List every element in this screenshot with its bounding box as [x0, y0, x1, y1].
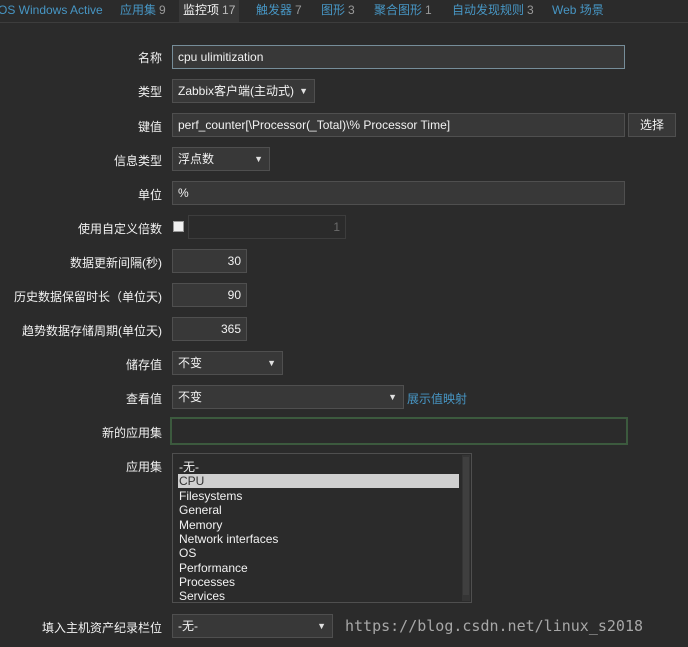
- tab-discovery[interactable]: 自动发现规则 3: [448, 0, 538, 22]
- store-value-value: 不变: [178, 356, 203, 370]
- tab-items[interactable]: 监控项 17: [179, 0, 240, 22]
- tab-bar: OS Windows Active 应用集 9 监控项 17 触发器 7 图形 3 聚合…: [0, 0, 688, 23]
- tab-count: 9: [159, 3, 166, 17]
- tab-applications[interactable]: 应用集 9: [116, 0, 170, 22]
- info-type-value: 浮点数: [178, 152, 215, 166]
- tab-label: 自动发现规则: [452, 3, 525, 17]
- tab-count: 3: [348, 3, 355, 17]
- chevron-down-icon: ▼: [254, 154, 263, 164]
- type-label: 类型: [137, 85, 162, 99]
- tab-count: 17: [222, 3, 236, 17]
- tab-screens[interactable]: 聚合图形 1: [370, 0, 436, 22]
- list-item[interactable]: CPU: [178, 474, 459, 488]
- interval-label: 数据更新间隔(秒): [70, 256, 162, 270]
- key-input[interactable]: perf_counter[\Processor(_Total)\% Proces…: [172, 113, 625, 137]
- tab-count: 7: [295, 3, 302, 17]
- trends-input[interactable]: 365: [172, 317, 247, 341]
- history-label: 历史数据保留时长（单位天): [14, 290, 162, 304]
- show-value-select[interactable]: 不变 ▼: [172, 385, 404, 409]
- show-value-label: 查看值: [125, 392, 162, 406]
- tab-label: 应用集: [120, 3, 157, 17]
- list-item[interactable]: Processes: [178, 575, 459, 589]
- history-input[interactable]: 90: [172, 283, 247, 307]
- chevron-down-icon: ▼: [388, 392, 397, 402]
- tab-triggers[interactable]: 触发器 7: [252, 0, 306, 22]
- tab-count: 3: [527, 3, 534, 17]
- list-item[interactable]: Services: [178, 589, 459, 602]
- multiplier-label: 使用自定义倍数: [77, 222, 162, 236]
- units-input[interactable]: %: [172, 181, 625, 205]
- units-label: 单位: [137, 188, 162, 202]
- list-item[interactable]: Network interfaces: [178, 532, 459, 546]
- multiplier-input[interactable]: 1: [188, 215, 346, 239]
- new-application-label: 新的应用集: [101, 426, 162, 440]
- name-input[interactable]: cpu ulimitization: [172, 45, 625, 69]
- tab-graphs[interactable]: 图形 3: [317, 0, 359, 22]
- tab-count: 1: [425, 3, 432, 17]
- applications-label: 应用集: [125, 460, 162, 474]
- list-item[interactable]: OS: [178, 546, 459, 560]
- tab-label: 聚合图形: [374, 3, 423, 17]
- name-label: 名称: [137, 51, 162, 65]
- trends-label: 趋势数据存储周期(单位天): [22, 324, 162, 338]
- applications-listbox[interactable]: -无- CPU Filesystems General Memory Netwo…: [172, 453, 472, 603]
- listbox-scrollbar[interactable]: [462, 455, 470, 601]
- watermark: https://blog.csdn.net/linux_s2018: [345, 617, 644, 635]
- interval-input[interactable]: 30: [172, 249, 247, 273]
- scrollbar-thumb[interactable]: [463, 457, 469, 595]
- chevron-down-icon: ▼: [267, 358, 276, 368]
- info-type-select[interactable]: 浮点数 ▼: [172, 147, 270, 171]
- info-type-label: 信息类型: [113, 154, 162, 168]
- tab-label: 触发器: [256, 3, 293, 17]
- list-item[interactable]: Performance: [178, 561, 459, 575]
- inventory-label: 填入主机资产纪录栏位: [41, 621, 162, 635]
- show-value-value: 不变: [178, 390, 203, 404]
- tab-web[interactable]: Web 场景: [548, 0, 608, 22]
- tab-label: 监控项: [183, 3, 220, 17]
- new-application-input[interactable]: [170, 417, 628, 445]
- chevron-down-icon: ▼: [317, 621, 326, 631]
- tab-label: 图形: [321, 3, 346, 17]
- tab-label: OS Windows Active: [0, 3, 103, 17]
- select-key-button[interactable]: 选择: [628, 113, 676, 137]
- store-value-label: 储存值: [125, 358, 162, 372]
- tab-label: Web 场景: [552, 3, 604, 17]
- key-label: 键值: [137, 120, 162, 134]
- list-item[interactable]: Filesystems: [178, 489, 459, 503]
- list-item[interactable]: Memory: [178, 518, 459, 532]
- type-select[interactable]: Zabbix客户端(主动式) ▼: [172, 79, 315, 103]
- inventory-select[interactable]: -无- ▼: [172, 614, 333, 638]
- chevron-down-icon: ▼: [299, 86, 308, 96]
- list-item[interactable]: -无-: [178, 460, 459, 474]
- list-item[interactable]: General: [178, 503, 459, 517]
- tab-host[interactable]: OS Windows Active: [0, 0, 107, 22]
- store-value-select[interactable]: 不变 ▼: [172, 351, 283, 375]
- multiplier-checkbox[interactable]: [173, 221, 184, 232]
- value-mapping-link[interactable]: 展示值映射: [407, 390, 467, 407]
- type-value: Zabbix客户端(主动式): [178, 84, 295, 98]
- inventory-value: -无-: [178, 619, 198, 633]
